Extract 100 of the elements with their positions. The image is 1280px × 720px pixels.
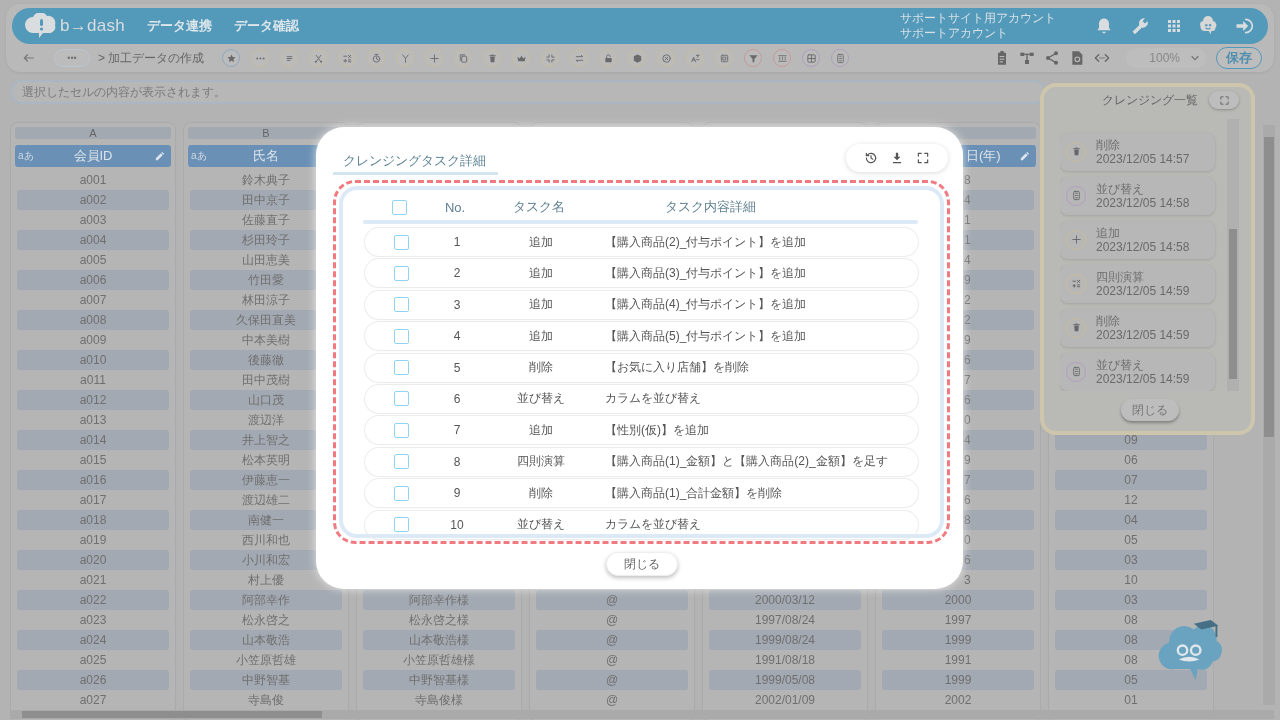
chevron-down-icon <box>1190 53 1200 63</box>
table-cell-text: a023 <box>78 612 108 629</box>
save-button[interactable]: 保存 <box>1216 47 1262 69</box>
row-checkbox[interactable] <box>393 485 409 501</box>
download-icon[interactable] <box>890 151 904 165</box>
document-refresh-icon[interactable] <box>1069 50 1085 66</box>
task-detail: 【購入商品(3)_付与ポイント】を追加 <box>605 264 808 282</box>
column-header[interactable]: aあ 会員ID <box>15 145 171 167</box>
row-checkbox[interactable] <box>393 328 409 344</box>
fullscreen-icon[interactable] <box>916 151 930 165</box>
history-item[interactable]: 並び替え 2023/12/05 14:59 <box>1060 352 1215 391</box>
row-checkbox[interactable] <box>393 391 409 407</box>
table-cell: 山本敬浩 <box>190 630 342 650</box>
back-arrow-icon[interactable] <box>22 51 36 65</box>
history-item[interactable]: 追加 2023/12/05 14:58 <box>1060 220 1215 259</box>
trash-icon <box>486 52 498 64</box>
toolbar-button[interactable] <box>831 49 850 67</box>
table-cell-text: 林田涼子 <box>241 292 291 309</box>
task-name: 追加 <box>528 264 554 282</box>
history-time: 2023/12/05 14:58 <box>1096 239 1190 254</box>
table-cell-text: 小笠原哲雄 <box>235 652 297 669</box>
table-cell-text: 2002 <box>943 692 973 709</box>
row-checkbox[interactable] <box>393 454 409 470</box>
toolbar-button[interactable] <box>338 49 357 67</box>
history-item[interactable]: 削除 2023/12/05 14:59 <box>1060 308 1215 347</box>
task-detail: カラムを並び替え <box>605 516 702 533</box>
toolbar-button[interactable] <box>802 49 821 67</box>
toolbar-button[interactable] <box>425 49 444 67</box>
pencil-icon[interactable] <box>154 150 165 162</box>
toolbar-button[interactable] <box>773 49 792 67</box>
wrench-icon[interactable] <box>1130 16 1150 36</box>
toolbar-button[interactable] <box>599 49 618 67</box>
panel-title: クレンジング一覧 <box>1101 92 1198 110</box>
row-checkbox[interactable] <box>393 422 409 438</box>
row-checkbox[interactable] <box>393 517 409 532</box>
close-button[interactable]: 閉じる <box>1120 399 1179 421</box>
table-cell-text: 3 <box>963 572 972 589</box>
type-label: aあ <box>191 149 207 163</box>
table-cell: 中野智基様 <box>363 670 515 690</box>
vertical-scrollbar[interactable] <box>1263 125 1275 705</box>
task-detail: 【購入商品(1)_金額】と【購入商品(2)_金額】を足す <box>605 453 889 471</box>
table-cell-text: 渡辺洋 <box>247 412 285 429</box>
table-cell-text: 2002/01/09 <box>753 692 817 709</box>
toolbar-button[interactable] <box>628 49 647 67</box>
nav-link[interactable]: データ確認 <box>234 17 300 35</box>
toolbar-button[interactable] <box>222 49 241 67</box>
task-name: 追加 <box>528 296 554 314</box>
apps-grid-icon[interactable] <box>1166 18 1182 34</box>
logout-icon[interactable] <box>1234 16 1254 36</box>
history-name: 追加 <box>1096 225 1121 240</box>
row-checkbox[interactable] <box>393 234 409 250</box>
mascot-icon[interactable] <box>1198 16 1218 36</box>
row-checkbox[interactable] <box>393 297 409 313</box>
history-item[interactable]: 削除 2023/12/05 14:57 <box>1060 132 1215 171</box>
task-number: 5 <box>452 360 462 375</box>
table-cell-text: a005 <box>78 252 108 269</box>
toolbar-button[interactable] <box>570 49 589 67</box>
row-checkbox[interactable] <box>393 360 409 376</box>
history-icon[interactable] <box>864 151 878 165</box>
horizontal-scrollbar[interactable] <box>10 710 1274 719</box>
table-cell-text: 小笠原哲雄様 <box>402 652 476 669</box>
toolbar-button[interactable] <box>280 49 299 67</box>
toolbar-button[interactable] <box>744 49 763 67</box>
select-all-checkbox[interactable] <box>391 199 407 215</box>
toolbar-button[interactable] <box>454 49 473 67</box>
toolbar-button[interactable] <box>512 49 531 67</box>
toolbar-button[interactable] <box>309 49 328 67</box>
history-name: 四則演算 <box>1096 269 1145 284</box>
pencil-icon[interactable] <box>1019 150 1030 162</box>
table-cell-text: 0 <box>963 532 972 549</box>
expand-button[interactable] <box>1209 91 1239 109</box>
close-button[interactable]: 閉じる <box>605 552 678 576</box>
toolbar-button[interactable] <box>715 49 734 67</box>
toolbar-button[interactable] <box>483 49 502 67</box>
toolbar-button[interactable] <box>367 49 386 67</box>
toolbar-button[interactable] <box>657 49 676 67</box>
task-number: 1 <box>452 235 462 249</box>
table-cell: @ <box>536 670 688 690</box>
history-item[interactable]: 並び替え 2023/12/05 14:58 <box>1060 176 1215 215</box>
table-cell: 1999 <box>882 630 1034 650</box>
nav-link[interactable]: データ連携 <box>147 17 213 35</box>
list-scrollbar[interactable] <box>1227 118 1239 392</box>
toolbar-button[interactable] <box>251 49 270 67</box>
table-cell-text: 松永啓之 <box>241 612 291 629</box>
table-cell: a008 <box>17 310 169 330</box>
dialog-title: クレンジングタスク詳細 <box>333 151 498 175</box>
share-icon[interactable] <box>1044 50 1060 66</box>
table-cell: a010 <box>17 350 169 370</box>
more-button[interactable]: ••• <box>54 49 90 67</box>
task-name: 並び替え <box>516 516 566 533</box>
table-cell: 03 <box>1055 590 1207 610</box>
toolbar-button[interactable] <box>396 49 415 67</box>
fullscreen-icon <box>1218 94 1230 106</box>
table-cell-text: 鈴木典子 <box>241 172 291 189</box>
row-checkbox[interactable] <box>393 265 409 281</box>
table-cell-text: 0 <box>963 412 972 429</box>
hierarchy-icon[interactable] <box>1019 50 1035 66</box>
toolbar-button[interactable] <box>541 49 560 67</box>
toolbar-button[interactable] <box>686 49 705 67</box>
history-item[interactable]: 四則演算 2023/12/05 14:59 <box>1060 264 1215 303</box>
